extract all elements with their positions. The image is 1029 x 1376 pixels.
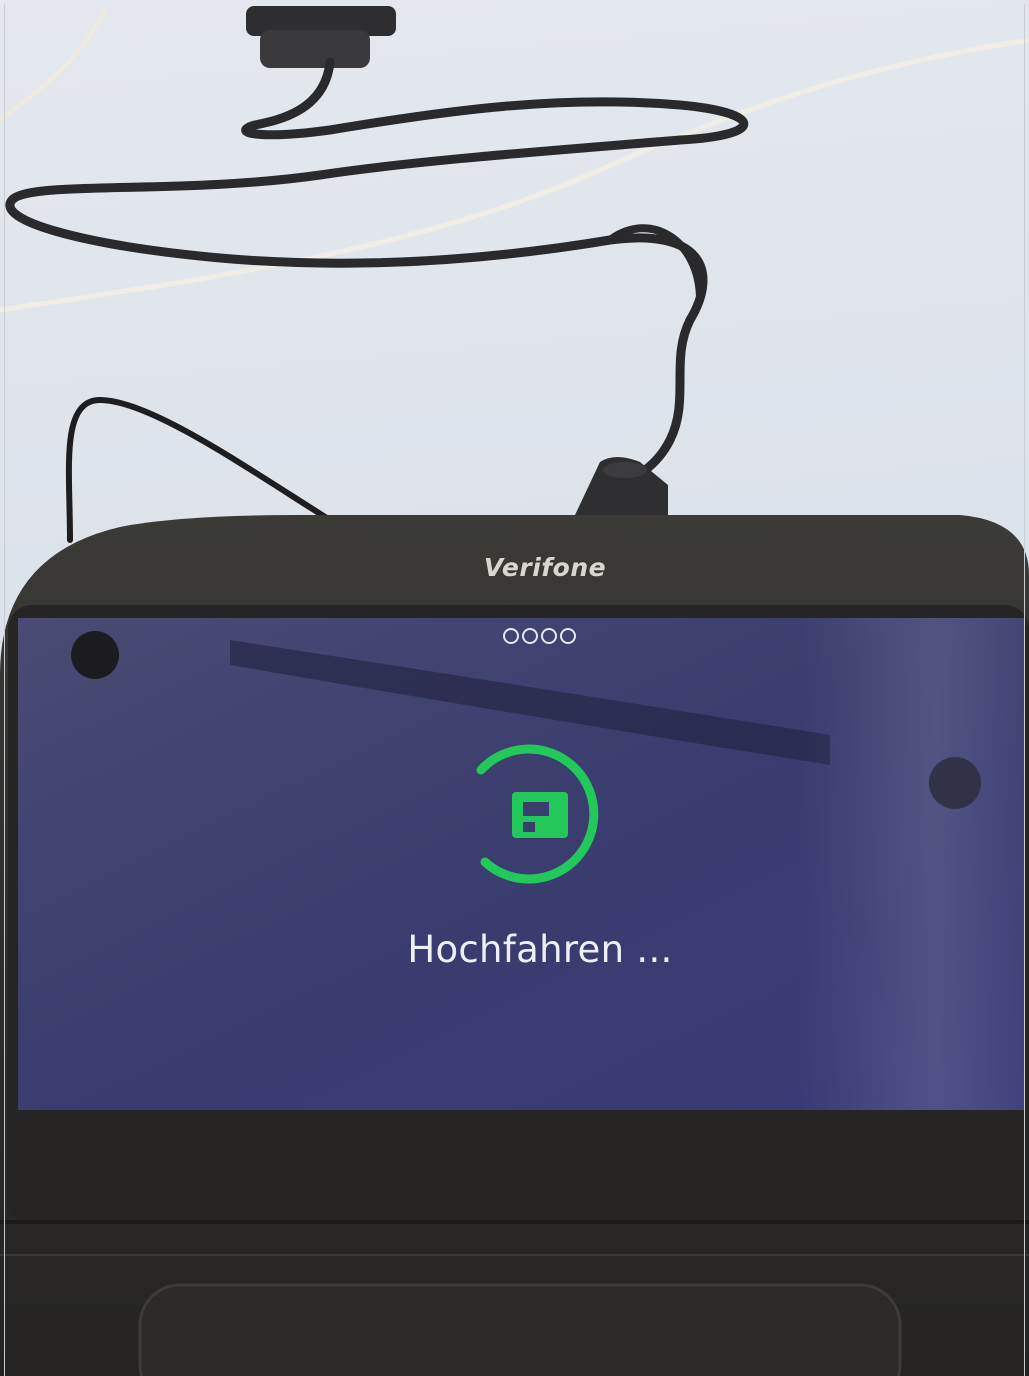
white-cable-left [0, 8, 107, 122]
progress-dot [521, 628, 538, 644]
progress-dot [502, 628, 519, 644]
loading-ring-icon [476, 744, 599, 884]
cable-ridge [603, 462, 647, 478]
progress-dot [559, 628, 576, 644]
cable-layer [0, 6, 1029, 543]
progress-dots [497, 625, 581, 647]
progress-dot [540, 628, 557, 644]
status-text: Hochfahren ... [407, 928, 673, 971]
plug-body [260, 30, 370, 68]
white-cable [0, 37, 1029, 313]
terminal-logo-icon [512, 792, 568, 838]
black-cable [5, 57, 749, 495]
photo-scene: Verifone Hochfahren ... [0, 0, 1029, 1376]
brand-logo: Verifone [483, 553, 607, 582]
